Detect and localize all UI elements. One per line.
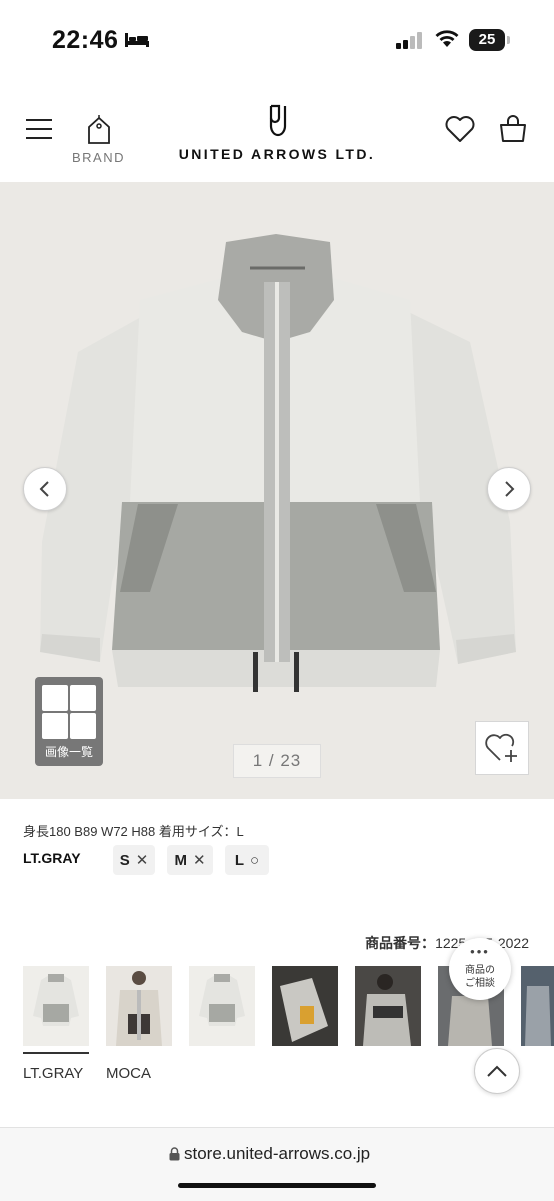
united-arrows-logo-mark[interactable] — [264, 104, 292, 138]
product-consultation-button[interactable]: ••• 商品の ご相談 — [449, 938, 511, 1000]
size-option-l[interactable]: L ○ — [225, 845, 269, 875]
model-size-info: 身長180 B89 W72 H88 着用サイズ：L — [23, 824, 244, 839]
logo-text[interactable]: UNITED ARROWS LTD. — [0, 146, 554, 162]
scroll-to-top-button[interactable] — [474, 1048, 520, 1094]
stock-mark: ✕ — [192, 852, 206, 869]
stock-mark: ○ — [250, 851, 260, 869]
size-label: L — [234, 851, 245, 869]
size-option-m[interactable]: M ✕ — [167, 845, 213, 875]
thumbnail-label-lt-gray[interactable]: LT.GRAY — [23, 1065, 83, 1082]
thumbnail-lt-gray[interactable] — [23, 966, 89, 1046]
browser-address-bar[interactable]: store.united-arrows.co.jp — [0, 1127, 554, 1201]
wifi-icon — [435, 30, 459, 47]
image-counter: 1 / 23 — [233, 744, 321, 778]
lock-icon — [169, 1147, 180, 1161]
image-list-label: 画像一覧 — [44, 745, 93, 759]
size-option-s[interactable]: S ✕ — [113, 845, 155, 875]
selected-color-name: LT.GRAY — [23, 850, 81, 866]
next-image-button[interactable] — [487, 467, 531, 511]
cellular-signal-icon — [396, 32, 422, 49]
shopping-bag-icon[interactable] — [498, 114, 528, 144]
add-to-favorites-button[interactable] — [475, 721, 529, 775]
brand-tag-icon[interactable] — [85, 115, 113, 145]
chevron-left-icon — [39, 481, 49, 497]
product-image-carousel[interactable]: 画像一覧 1 / 23 — [0, 182, 554, 799]
thumbnail-moca[interactable] — [106, 966, 172, 1046]
thumbnail-lt-gray-alt[interactable] — [189, 966, 255, 1046]
stock-mark: ✕ — [135, 852, 149, 869]
selected-thumbnail-indicator — [23, 1052, 89, 1054]
consult-label-line1: 商品の — [465, 965, 495, 976]
chevron-up-icon — [487, 1065, 507, 1077]
status-time: 22:46 — [52, 26, 119, 54]
size-label: S — [119, 851, 130, 869]
thumbnail-lookbook-4[interactable] — [521, 966, 554, 1046]
consult-label-line2: ご相談 — [465, 978, 495, 989]
hamburger-menu-icon[interactable] — [26, 117, 54, 141]
image-list-button[interactable]: 画像一覧 — [35, 677, 103, 766]
battery-tip — [507, 36, 510, 44]
wishlist-heart-icon[interactable] — [444, 114, 476, 144]
battery-indicator: 25 — [469, 29, 505, 51]
chat-dots-icon: ••• — [470, 944, 490, 959]
grid-icon — [42, 685, 68, 711]
thumbnail-label-moca[interactable]: MOCA — [106, 1065, 151, 1082]
thumbnail-lookbook-1[interactable] — [272, 966, 338, 1046]
thumbnail-lookbook-2[interactable] — [355, 966, 421, 1046]
product-number-label: 商品番号： — [365, 935, 436, 951]
previous-image-button[interactable] — [23, 467, 67, 511]
size-label: M — [174, 851, 187, 869]
chevron-right-icon — [505, 481, 515, 497]
sleep-mode-icon — [125, 33, 149, 47]
home-indicator[interactable] — [178, 1183, 376, 1188]
heart-plus-icon — [485, 733, 517, 762]
url-text[interactable]: store.united-arrows.co.jp — [184, 1144, 370, 1164]
